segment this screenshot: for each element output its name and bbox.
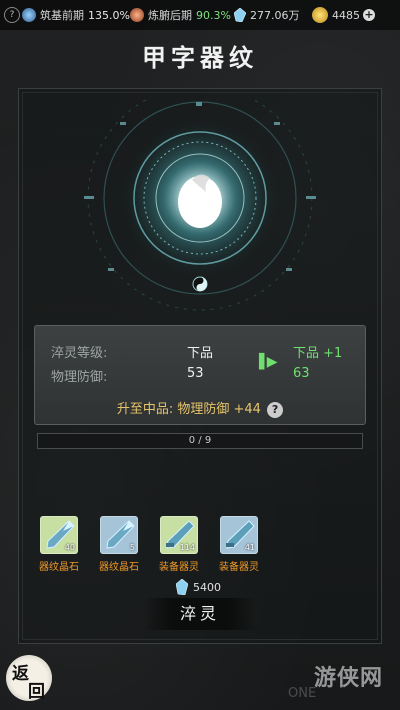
status-bar: ? 筑基前期 135.0% 炼腑后期 90.3% 277.06万 4485 + xyxy=(0,0,400,30)
stat-label: 物理防御: xyxy=(51,370,108,385)
coin-count: 4485 xyxy=(332,8,360,22)
realm-label: 筑基前期 xyxy=(40,9,84,22)
back-button[interactable]: 返 回 xyxy=(6,655,52,702)
material-slot[interactable]: 40 器纹晶石 xyxy=(39,516,80,573)
material-box[interactable]: 40 xyxy=(40,516,78,554)
globe-icon xyxy=(22,8,36,22)
temper-button[interactable]: 淬灵 xyxy=(144,598,256,630)
material-name: 装备器灵 xyxy=(219,562,259,573)
arrow-right-icon: ▌▶ xyxy=(259,354,277,370)
watermark-sub: ONE xyxy=(288,686,317,701)
coin-icon xyxy=(312,7,328,23)
spirit-stone-count: 277.06万 xyxy=(250,9,300,22)
level-next: 下品 +1 xyxy=(293,346,343,361)
watermark: 游侠网 xyxy=(314,666,384,691)
coin-stat[interactable]: 4485 + xyxy=(312,7,375,23)
material-name: 器纹晶石 xyxy=(39,562,79,573)
progress-bar: 0 / 9 xyxy=(37,433,363,449)
material-name: 器纹晶石 xyxy=(99,562,139,573)
stat-current: 53 xyxy=(187,366,204,381)
spirit-stone-stat[interactable]: 277.06万 xyxy=(234,7,300,23)
material-count: 114 xyxy=(179,543,195,552)
cost-display: 5400 xyxy=(176,578,221,596)
page-title: 甲字器纹 xyxy=(142,43,258,72)
level-label: 淬灵等级: xyxy=(51,346,108,361)
help-button[interactable]: ? xyxy=(4,7,20,23)
level-current: 下品 xyxy=(187,346,214,361)
help-icon[interactable]: ? xyxy=(267,401,284,418)
material-slot[interactable]: 41 装备器灵 xyxy=(219,516,260,573)
material-box[interactable]: 5 xyxy=(100,516,138,554)
back-label-top: 返 xyxy=(12,664,29,684)
rune-circle xyxy=(68,98,332,328)
spirit-stone-icon xyxy=(234,8,246,22)
material-count: 41 xyxy=(244,543,255,552)
upgrade-text: 升至中品: 物理防御 +44 xyxy=(116,402,261,417)
spirit-stone-icon xyxy=(176,579,188,595)
body-refine-icon xyxy=(130,8,144,22)
rune-glow xyxy=(84,98,316,311)
question-icon: ? xyxy=(4,7,20,23)
material-box[interactable]: 114 xyxy=(160,516,198,554)
realm-stat[interactable]: 筑基前期 135.0% xyxy=(22,7,130,23)
material-slot[interactable]: 5 器纹晶石 xyxy=(99,516,140,573)
realm-percent: 135.0% xyxy=(88,8,130,22)
material-box[interactable]: 41 xyxy=(220,516,258,554)
stat-next: 63 xyxy=(293,366,310,381)
refine-percent: 90.3% xyxy=(196,8,231,22)
refine-stat[interactable]: 炼腑后期 90.3% xyxy=(130,7,231,23)
progress-text: 0 / 9 xyxy=(188,435,212,446)
material-name: 装备器灵 xyxy=(159,562,199,573)
refine-label: 炼腑后期 xyxy=(148,9,192,22)
cost-value: 5400 xyxy=(193,580,221,594)
material-count: 5 xyxy=(129,543,135,552)
upgrade-info-box: 淬灵等级: 下品 ▌▶ 下品 +1 物理防御: 53 63 升至中品: 物理防御… xyxy=(34,325,366,425)
material-slot[interactable]: 114 装备器灵 xyxy=(159,516,200,573)
back-label-bottom: 回 xyxy=(28,682,45,702)
upgrade-preview: 升至中品: 物理防御 +44 ? xyxy=(35,398,365,418)
material-count: 40 xyxy=(64,543,75,552)
add-coin-button[interactable]: + xyxy=(363,9,375,21)
